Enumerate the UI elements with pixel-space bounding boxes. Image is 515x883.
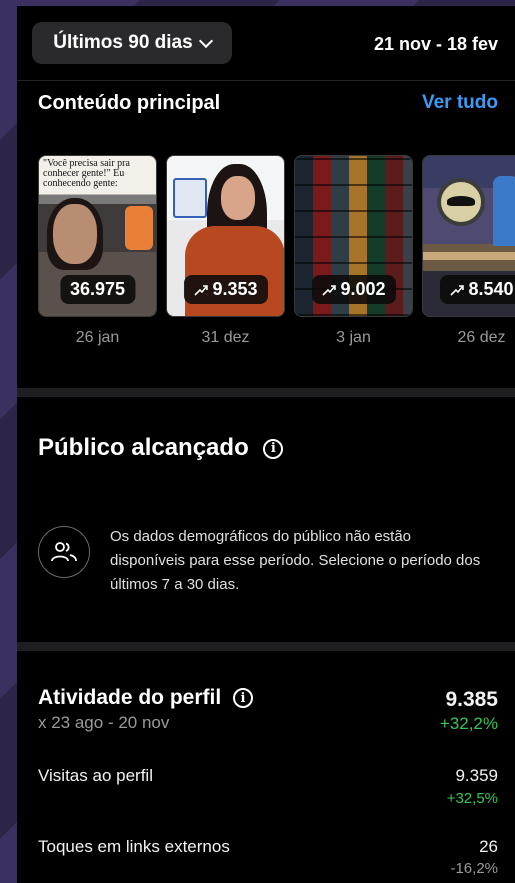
audience-title: Público alcançado i	[38, 434, 284, 462]
reach-value: 9.002	[340, 279, 386, 299]
content-thumbnail[interactable]: 9.353	[166, 155, 285, 317]
info-icon[interactable]: i	[263, 438, 284, 459]
period-selector-button[interactable]: Últimos 90 dias	[32, 22, 232, 64]
reach-value: 8.540	[468, 279, 514, 299]
top-content-carousel[interactable]: "Você precisa sair pra conhecer gente!" …	[38, 155, 515, 317]
reach-value: 36.975	[69, 279, 126, 299]
content-thumbnail[interactable]: "Você precisa sair pra conhecer gente!" …	[38, 155, 157, 317]
bat-logo-icon	[447, 196, 475, 206]
see-all-link[interactable]: Ver tudo	[422, 92, 498, 114]
photo-detail	[125, 206, 153, 250]
thumbnail-caption: "Você precisa sair pra conhecer gente!" …	[43, 158, 130, 189]
profile-visits-label: Visitas ao perfil	[38, 766, 153, 785]
period-selector-label: Últimos 90 dias	[53, 32, 193, 53]
audience-unavailable-message: Os dados demográficos do público não est…	[110, 528, 481, 593]
thumbnail-date: 26 dez	[457, 329, 506, 346]
top-content-title: Conteúdo principal	[38, 92, 221, 114]
thumbnail-date: 3 jan	[336, 329, 371, 346]
profile-activity-title-text: Atividade do perfil	[38, 686, 222, 709]
profile-activity-total: 9.385	[445, 688, 498, 711]
date-range: 21 nov - 18 fev	[373, 34, 498, 54]
content-thumbnail[interactable]: 9.002	[294, 155, 413, 317]
content-thumbnail[interactable]: 8.540	[422, 155, 515, 317]
reach-badge: 9.353	[183, 275, 268, 304]
insights-screen: Últimos 90 dias 21 nov - 18 fev Conteúdo…	[17, 6, 515, 883]
photo-figure	[493, 176, 515, 246]
thumbnail-dates: 26 jan 31 dez 3 jan 26 dez	[38, 329, 515, 347]
section-divider	[17, 388, 515, 397]
reach-badge: 9.002	[311, 275, 396, 304]
divider	[17, 80, 515, 81]
photo-face	[221, 176, 255, 220]
people-icon	[38, 526, 90, 578]
photo-product-box	[173, 178, 207, 218]
section-divider	[17, 642, 515, 651]
external-link-taps-label: Toques em links externos	[38, 837, 230, 856]
photo-face	[53, 204, 97, 264]
reach-badge: 36.975	[59, 275, 136, 304]
thumbnail-date: 26 jan	[75, 329, 120, 346]
chevron-down-icon	[198, 33, 213, 48]
info-icon[interactable]: i	[233, 688, 254, 709]
trend-up-icon	[449, 284, 464, 296]
profile-visits-value: 9.359	[455, 766, 498, 785]
profile-activity-change: +32,2%	[439, 714, 498, 733]
photo-desk	[423, 252, 515, 260]
profile-activity-title: Atividade do perfil i	[38, 686, 254, 710]
trend-up-icon	[321, 284, 336, 296]
reach-badge: 8.540	[439, 275, 515, 304]
external-link-taps-change: -16,2%	[450, 860, 498, 877]
profile-visits-change: +32,5%	[446, 790, 498, 807]
trend-up-icon	[193, 284, 208, 296]
external-link-taps-value: 26	[479, 837, 498, 856]
audience-title-text: Público alcançado	[38, 434, 249, 461]
reach-value: 9.353	[212, 279, 258, 299]
thumbnail-date: 31 dez	[201, 329, 250, 346]
compare-range: x 23 ago - 20 nov	[38, 713, 170, 732]
